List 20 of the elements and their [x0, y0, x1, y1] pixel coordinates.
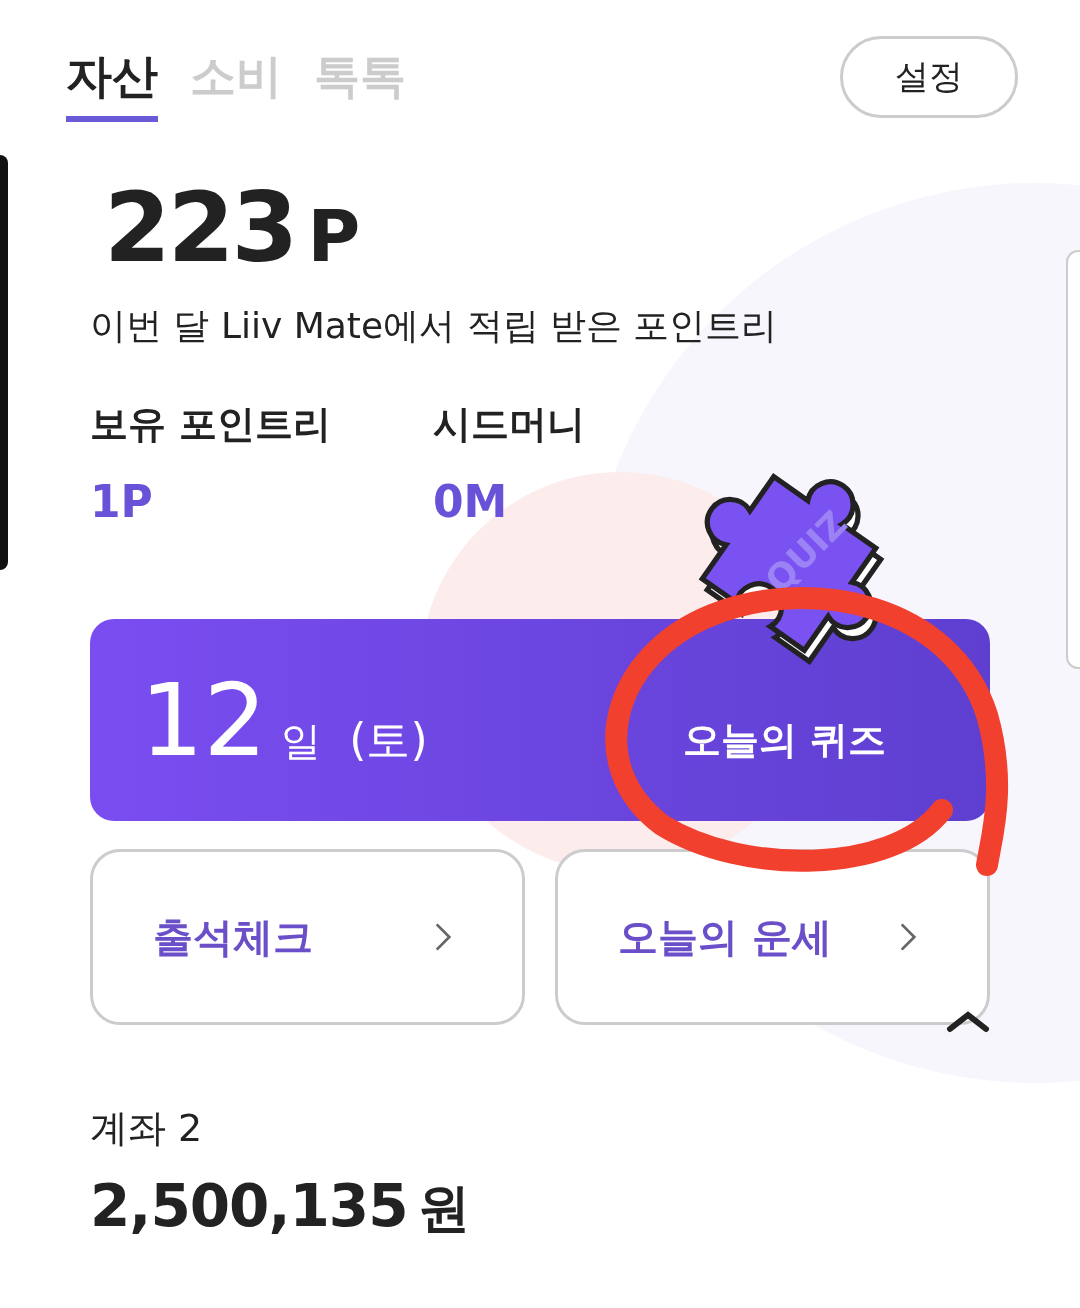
day-number: 12: [140, 661, 268, 779]
chevron-up-icon[interactable]: [946, 1011, 990, 1033]
quiz-label: 오늘의 퀴즈: [682, 716, 886, 764]
points-unit: P: [307, 194, 361, 278]
points-value: 223: [104, 172, 296, 284]
quiz-banner[interactable]: 12 일 (토) 오늘의 퀴즈: [90, 619, 990, 821]
account-title: 계좌 2: [90, 1105, 204, 1152]
balance-label: 시드머니: [433, 401, 586, 448]
balance-value: 1P: [90, 476, 154, 527]
points-caption: 이번 달 Liiv Mate에서 적립 받은 포인트리: [90, 304, 779, 348]
shortcut-card[interactable]: 출석체크: [90, 849, 525, 1025]
shortcut-card[interactable]: 오늘의 운세: [555, 849, 990, 1025]
weekday: (토): [349, 712, 428, 767]
account-amount: 2,500,135: [90, 1172, 408, 1240]
tab[interactable]: 자산: [66, 36, 158, 122]
currency-unit: 원: [417, 1177, 470, 1240]
balance-label: 보유 포인트리: [90, 401, 333, 448]
settings-button[interactable]: 설정: [840, 36, 1018, 118]
day-unit: 일: [281, 716, 322, 766]
balance-value: 0M: [433, 476, 509, 527]
